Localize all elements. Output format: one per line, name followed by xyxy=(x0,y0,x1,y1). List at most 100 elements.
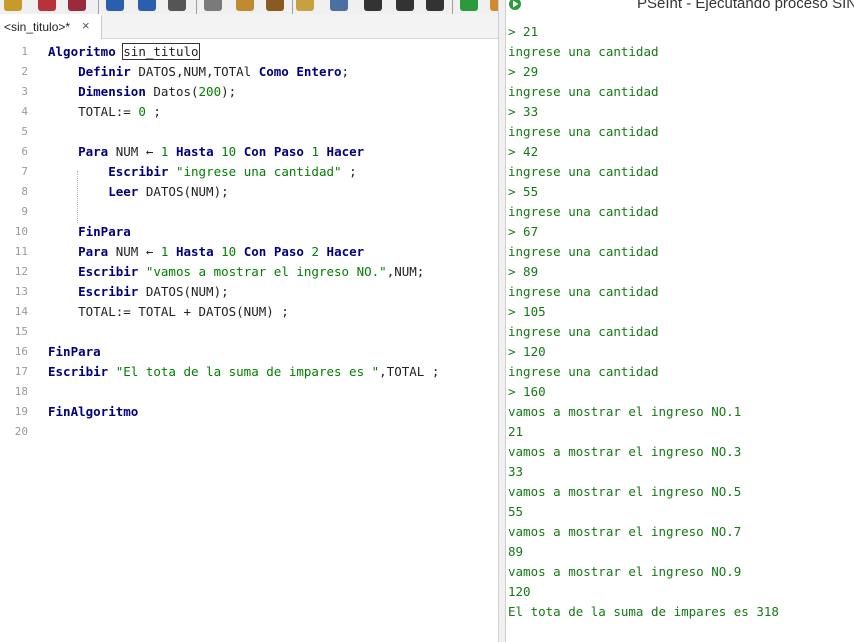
keyword-token: FinPara xyxy=(48,344,101,359)
indent-icon[interactable] xyxy=(266,0,284,11)
console-line: > 29 xyxy=(508,64,539,79)
code-token: NUM ← xyxy=(108,144,161,159)
console-line: > 42 xyxy=(508,144,539,159)
keyword-token: Para xyxy=(78,144,109,159)
code-token: ; xyxy=(145,104,161,119)
new-file-icon[interactable] xyxy=(4,0,22,11)
code-line[interactable]: TOTAL:= 0 ; xyxy=(48,104,161,119)
code-editor[interactable]: 1 2 3 4 5 6 7 8 9 10 11 12 13 14 15 16 17 18 19 20 Algoritm… xyxy=(0,39,498,642)
tab-sin-titulo[interactable]: <sin_titulo>* × xyxy=(0,14,102,39)
code-line[interactable]: Definir DATOS,NUM,TOTAl Como Entero; xyxy=(48,64,349,79)
line-number: 1 xyxy=(21,45,28,58)
code-token: ); xyxy=(221,84,237,99)
run-step-icon[interactable] xyxy=(364,0,382,11)
code-line[interactable]: Para NUM ← 1 Hasta 10 Con Paso 2 Hacer xyxy=(48,244,364,259)
code-token: NUM ← xyxy=(108,244,161,259)
code-token: TOTAL:= xyxy=(48,104,139,119)
console-line: ingrese una cantidad xyxy=(508,324,659,339)
console-line: > 67 xyxy=(508,224,539,239)
console-output[interactable]: > 21 ingrese una cantidad > 29 ingrese una … xyxy=(506,16,854,642)
console-line: ingrese una cantidad xyxy=(508,44,659,59)
save-file-icon[interactable] xyxy=(68,0,86,11)
console-line: > 33 xyxy=(508,104,539,119)
tab-label: <sin_titulo>* xyxy=(4,20,71,34)
redo-icon[interactable] xyxy=(138,0,156,11)
string-token: "vamos a mostrar el ingreso NO." xyxy=(145,264,387,279)
toolbar-separator xyxy=(292,0,293,14)
code-line[interactable]: FinPara xyxy=(48,224,131,239)
code-token: sin_titulo xyxy=(122,43,200,60)
keyword-token: Escribir xyxy=(48,364,109,379)
close-icon[interactable]: × xyxy=(82,18,90,33)
flowchart-icon[interactable] xyxy=(426,0,444,11)
code-line[interactable]: TOTAL:= TOTAL + DATOS(NUM) ; xyxy=(48,304,289,319)
code-line[interactable]: Escribir "vamos a mostrar el ingreso NO.… xyxy=(48,264,424,279)
run-icon[interactable] xyxy=(460,0,478,11)
number-token: 200 xyxy=(198,84,222,99)
keyword-token: Definir xyxy=(78,64,131,79)
keyword-token: Escribir xyxy=(108,164,169,179)
window-splitter[interactable] xyxy=(498,0,506,642)
replace-icon[interactable] xyxy=(330,0,348,11)
line-number: 2 xyxy=(21,65,28,78)
code-token: ,TOTAL ; xyxy=(379,364,440,379)
keyword-token: FinPara xyxy=(78,224,131,239)
code-token: DATOS,NUM,TOTAl xyxy=(130,64,259,79)
console-title-bar: PSeInt - Ejecutando proceso SIN_ xyxy=(506,0,854,16)
code-line[interactable]: Algoritmo sin_titulo xyxy=(48,43,200,60)
console-line: 33 xyxy=(508,464,524,479)
undo-icon[interactable] xyxy=(106,0,124,11)
code-line[interactable]: FinPara xyxy=(48,344,101,359)
keyword-token: Algoritmo xyxy=(48,44,116,59)
line-number: 12 xyxy=(14,265,28,278)
code-line[interactable]: Escribir "El tota de la suma de impares … xyxy=(48,364,439,379)
line-number: 14 xyxy=(14,305,28,318)
code-token: TOTAL:= TOTAL + DATOS(NUM) ; xyxy=(48,304,289,319)
keyword-token: Con Paso xyxy=(243,244,304,259)
code-line[interactable]: Escribir DATOS(NUM); xyxy=(48,284,229,299)
paste-icon[interactable] xyxy=(236,0,254,11)
number-token: 2 xyxy=(311,244,320,259)
number-token: 0 xyxy=(138,104,146,119)
code-line[interactable]: Escribir "ingrese una cantidad" ; xyxy=(48,164,356,179)
code-token: ; xyxy=(341,64,350,79)
line-number: 4 xyxy=(21,105,28,118)
line-number: 9 xyxy=(21,205,28,218)
cut-icon[interactable] xyxy=(168,0,186,11)
console-line: 89 xyxy=(508,544,524,559)
string-token: "ingrese una cantidad" xyxy=(175,164,342,179)
debug-icon[interactable] xyxy=(396,0,414,11)
code-line[interactable]: Leer DATOS(NUM); xyxy=(48,184,228,199)
copy-icon[interactable] xyxy=(204,0,222,11)
line-number: 8 xyxy=(21,185,28,198)
code-line[interactable]: Dimension Datos(200); xyxy=(48,84,236,99)
keyword-token: Hasta xyxy=(175,144,214,159)
console-line: ingrese una cantidad xyxy=(508,284,659,299)
code-line[interactable]: FinAlgoritmo xyxy=(48,404,138,419)
line-number: 17 xyxy=(14,365,28,378)
console-line: > 89 xyxy=(508,264,539,279)
line-number: 13 xyxy=(14,285,28,298)
help-icon[interactable] xyxy=(490,0,498,11)
console-line: ingrese una cantidad xyxy=(508,164,659,179)
code-token: DATOS(NUM); xyxy=(138,284,229,299)
code-line[interactable]: Para NUM ← 1 Hasta 10 Con Paso 1 Hacer xyxy=(48,144,364,159)
console-line: > 120 xyxy=(508,344,546,359)
code-token: ,NUM; xyxy=(386,264,425,279)
line-number-gutter: 1 2 3 4 5 6 7 8 9 10 11 12 13 14 15 16 17 18 19 20 xyxy=(0,39,36,642)
find-icon[interactable] xyxy=(296,0,314,11)
open-file-icon[interactable] xyxy=(38,0,56,11)
console-line: > 21 xyxy=(508,24,539,39)
console-line: ingrese una cantidad xyxy=(508,244,659,259)
console-line: vamos a mostrar el ingreso NO.7 xyxy=(508,524,742,539)
